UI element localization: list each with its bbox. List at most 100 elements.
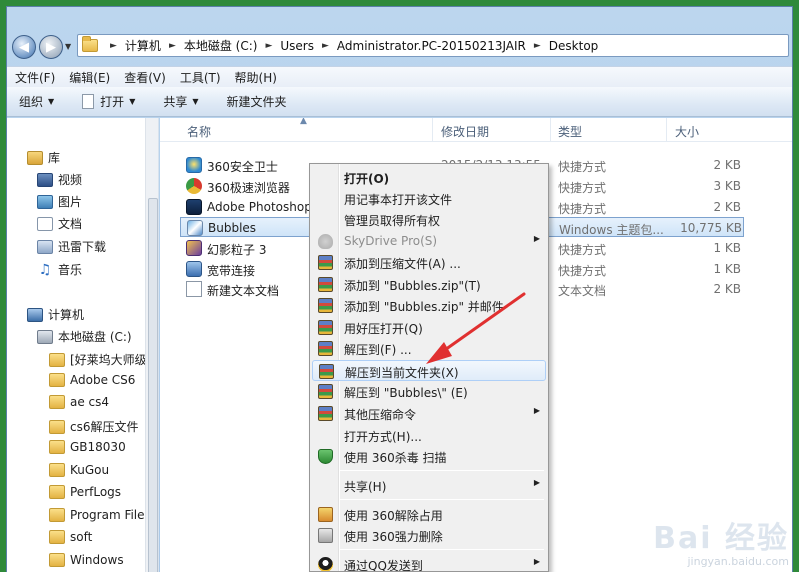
menu-item-open-notepad[interactable]: 用记事本打开该文件: [312, 188, 546, 209]
menu-item-scan-360[interactable]: 使用 360杀毒 扫描: [312, 446, 546, 467]
menu-item-more-commands[interactable]: 其他压缩命令 ▶: [312, 403, 546, 424]
menu-item-extract-folder[interactable]: 解压到 "Bubbles\" (E): [312, 381, 546, 402]
file-name: 新建文本文档: [207, 284, 280, 298]
breadcrumb-desktop[interactable]: Desktop: [549, 39, 599, 53]
menu-item-unlock-360[interactable]: 使用 360解除占用: [312, 504, 546, 525]
folder-icon: [49, 419, 65, 434]
column-name[interactable]: 名称: [187, 123, 211, 140]
file-size: 2 KB: [713, 158, 741, 172]
folder-icon: [49, 485, 65, 499]
breadcrumb-computer[interactable]: 计算机: [125, 37, 161, 54]
nav-scrollbar[interactable]: [145, 118, 158, 572]
column-size[interactable]: 大小: [675, 123, 699, 140]
file-size: 3 KB: [713, 179, 741, 193]
nav-scrollbar-thumb[interactable]: [148, 198, 158, 572]
menu-item-open-haozip[interactable]: 用好压打开(Q): [312, 317, 546, 338]
nav-folder[interactable]: [好莱坞大师级: [49, 351, 147, 368]
organize-button[interactable]: 组织 ▼: [19, 93, 54, 110]
menu-item-label: 使用 360强力删除: [344, 530, 443, 544]
menu-help[interactable]: 帮助(H): [235, 69, 277, 86]
chevron-right-icon[interactable]: ►: [169, 41, 176, 51]
menu-item-send-qq[interactable]: 通过QQ发送到 ▶: [312, 554, 546, 571]
folder-icon: [49, 395, 65, 409]
computer-icon: [27, 307, 43, 322]
nav-documents[interactable]: 文档: [37, 215, 82, 232]
menu-item-label: 用好压打开(Q): [344, 322, 423, 336]
nav-computer[interactable]: 计算机: [27, 306, 84, 323]
menu-item-extract-here[interactable]: 解压到当前文件夹(X): [312, 360, 546, 381]
menu-item-share[interactable]: 共享(H) ▶: [312, 475, 546, 496]
archive-icon: [318, 255, 333, 270]
folder-icon: [82, 36, 98, 52]
nav-folder[interactable]: Adobe CS6: [49, 373, 135, 387]
menu-item-label: 解压到(F) ...: [344, 343, 412, 357]
nav-folder[interactable]: ae cs4: [49, 395, 109, 409]
column-divider[interactable]: [432, 118, 433, 142]
chevron-right-icon[interactable]: ►: [265, 41, 272, 51]
menu-item-extract-to[interactable]: 解压到(F) ...: [312, 338, 546, 359]
nav-folder[interactable]: soft: [49, 530, 92, 544]
nav-folder[interactable]: cs6解压文件: [49, 418, 139, 435]
browser-icon: [186, 178, 202, 194]
column-type[interactable]: 类型: [558, 123, 582, 140]
chevron-right-icon[interactable]: ►: [110, 41, 117, 51]
file-name: Adobe Photoshop C: [207, 200, 325, 214]
forward-button[interactable]: ▶: [39, 35, 63, 59]
folder-icon: [49, 440, 65, 454]
menu-tools[interactable]: 工具(T): [180, 69, 221, 86]
drive-icon: [37, 329, 53, 344]
nav-folder[interactable]: Windows: [49, 553, 124, 567]
nav-folder[interactable]: PerfLogs: [49, 485, 121, 499]
column-date[interactable]: 修改日期: [441, 123, 489, 140]
file-size: 1 KB: [713, 262, 741, 276]
nav-folder[interactable]: GB18030: [49, 440, 126, 454]
back-button[interactable]: ◀: [12, 35, 36, 59]
share-button[interactable]: 共享 ▼: [163, 93, 198, 110]
nav-libraries[interactable]: 库: [27, 149, 60, 166]
breadcrumb-users[interactable]: Users: [280, 39, 314, 53]
nav-pictures[interactable]: 图片: [37, 193, 82, 210]
menu-item-label: 使用 360杀毒 扫描: [344, 451, 447, 465]
menu-item-force-delete-360[interactable]: 使用 360强力删除: [312, 525, 546, 546]
column-divider[interactable]: [550, 118, 551, 142]
nav-folder[interactable]: KuGou: [49, 463, 109, 477]
menu-item-open[interactable]: 打开(O): [312, 167, 546, 188]
arrow-right-icon: ▶: [46, 39, 56, 55]
nav-folder-label: PerfLogs: [70, 485, 122, 499]
address-bar[interactable]: ► 计算机 ► 本地磁盘 (C:) ► Users ► Administrato…: [77, 34, 789, 57]
menu-item-add-archive[interactable]: 添加到压缩文件(A) ...: [312, 252, 546, 273]
history-dropdown[interactable]: ▼: [65, 42, 71, 51]
menu-item-add-zip[interactable]: 添加到 "Bubbles.zip"(T): [312, 274, 546, 295]
menu-file[interactable]: 文件(F): [15, 69, 55, 86]
new-folder-button[interactable]: 新建文件夹: [227, 93, 287, 110]
menu-edit[interactable]: 编辑(E): [69, 69, 110, 86]
nav-downloads[interactable]: 迅雷下载: [37, 238, 106, 255]
menu-item-label: 添加到 "Bubbles.zip"(T): [344, 279, 481, 293]
chevron-right-icon[interactable]: ►: [322, 41, 329, 51]
picture-icon: [37, 194, 53, 209]
menu-item-take-ownership[interactable]: 管理员取得所有权: [312, 209, 546, 230]
nav-music[interactable]: ♫ 音乐: [37, 261, 82, 278]
nav-videos[interactable]: 视频: [37, 171, 82, 188]
nav-drive-c[interactable]: 本地磁盘 (C:): [37, 328, 132, 345]
nav-folder-label: [好莱坞大师级: [70, 353, 147, 367]
cloud-icon: [318, 234, 333, 249]
menu-item-open-with[interactable]: 打开方式(H)...: [312, 425, 546, 446]
menu-item-label: 打开方式(H)...: [344, 430, 422, 444]
document-icon: [82, 94, 95, 109]
menu-view[interactable]: 查看(V): [124, 69, 166, 86]
nav-libraries-label: 库: [48, 151, 61, 165]
menu-item-add-zip-mail[interactable]: 添加到 "Bubbles.zip" 并邮件: [312, 295, 546, 316]
archive-icon: [318, 298, 333, 313]
folder-icon: [49, 463, 65, 477]
open-button[interactable]: 打开 ▼: [82, 93, 135, 110]
column-divider[interactable]: [666, 118, 667, 142]
chevron-right-icon[interactable]: ►: [534, 41, 541, 51]
breadcrumb-drive[interactable]: 本地磁盘 (C:): [184, 37, 258, 54]
qq-penguin-icon: [318, 557, 333, 571]
nav-folder[interactable]: Program Files: [49, 508, 151, 522]
archive-icon: [319, 364, 334, 379]
breadcrumb-user[interactable]: Administrator.PC-20150213JAIR: [337, 39, 526, 53]
menu-item-skydrive[interactable]: SkyDrive Pro(S) ▶: [312, 231, 546, 252]
file-name: 360安全卫士: [207, 160, 278, 174]
